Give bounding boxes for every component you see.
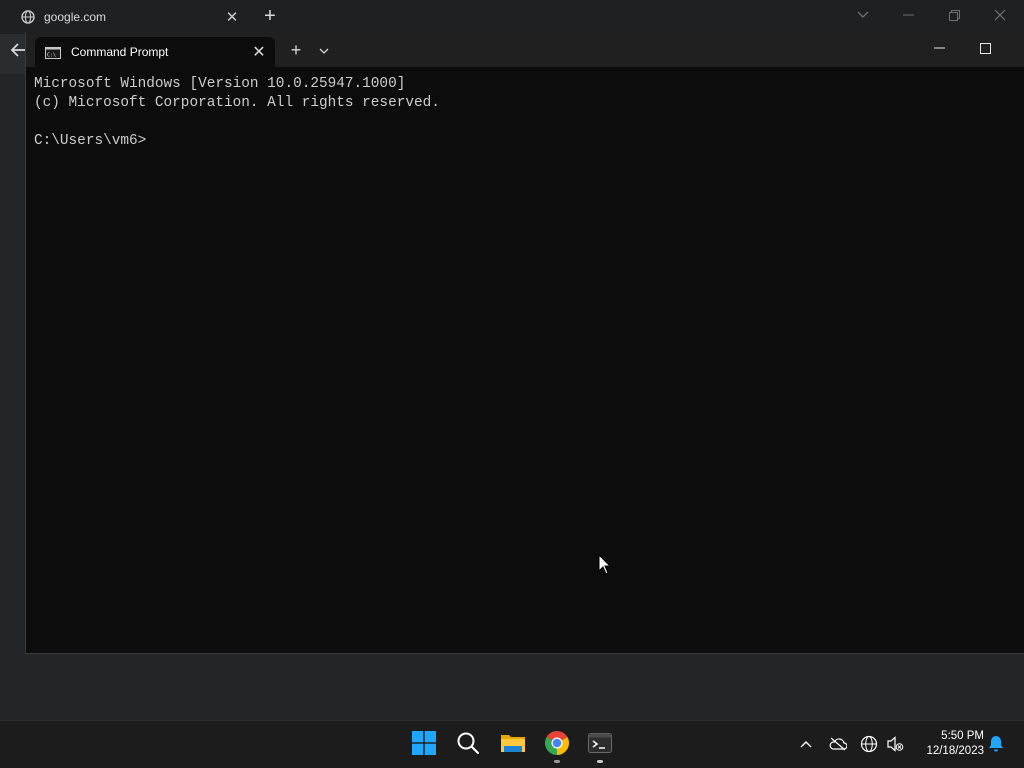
running-indicator xyxy=(597,760,603,763)
restore-icon[interactable] xyxy=(934,0,974,30)
minimize-icon[interactable] xyxy=(888,0,928,30)
start-icon xyxy=(412,730,436,760)
close-icon[interactable]: ✕ xyxy=(222,8,242,26)
start-button[interactable] xyxy=(406,727,442,763)
browser-new-tab-button[interactable]: + xyxy=(259,5,281,27)
browser-titlebar: google.com ✕ + xyxy=(0,0,1024,34)
minimize-icon[interactable] xyxy=(916,32,962,64)
mouse-pointer-icon xyxy=(598,553,612,576)
svg-text:C:\: C:\ xyxy=(47,53,56,59)
notification-bell-icon[interactable] xyxy=(985,733,1007,755)
search-button[interactable] xyxy=(450,727,486,763)
terminal-titlebar: C:\ Command Prompt ✕ + xyxy=(26,32,1024,67)
globe-icon xyxy=(21,10,35,24)
command-prompt-line: C:\Users\vm6> xyxy=(34,133,147,149)
terminal-button[interactable] xyxy=(582,727,618,763)
taskbar: 5:50 PM 12/18/2023 xyxy=(0,720,1024,768)
close-icon[interactable]: ✕ xyxy=(247,42,271,62)
chrome-icon xyxy=(545,730,569,760)
maximize-icon[interactable] xyxy=(962,32,1008,64)
volume-muted-icon[interactable] xyxy=(884,733,906,755)
output-line: (c) Microsoft Corporation. All rights re… xyxy=(34,95,440,111)
terminal-icon xyxy=(588,732,612,758)
terminal-output[interactable]: Microsoft Windows [Version 10.0.25947.10… xyxy=(34,75,440,151)
onedrive-offline-icon[interactable] xyxy=(827,733,849,755)
chrome-button[interactable] xyxy=(539,727,575,763)
terminal-tab-command-prompt[interactable]: C:\ Command Prompt ✕ xyxy=(35,37,275,67)
browser-tab-google[interactable]: google.com ✕ xyxy=(10,4,246,30)
clock-time: 5:50 PM xyxy=(941,730,984,742)
terminal-window[interactable]: C:\ Command Prompt ✕ + Microsoft Windows… xyxy=(25,32,1024,654)
network-globe-icon[interactable] xyxy=(858,733,880,755)
clock-date: 12/18/2023 xyxy=(926,745,984,757)
chevron-down-icon[interactable] xyxy=(843,0,883,30)
browser-tab-title: google.com xyxy=(44,10,107,24)
chevron-down-icon[interactable] xyxy=(313,40,335,62)
search-icon xyxy=(456,731,480,760)
command-prompt-icon: C:\ xyxy=(45,46,61,59)
system-clock[interactable]: 5:50 PM 12/18/2023 xyxy=(912,729,984,759)
running-indicator xyxy=(554,760,560,763)
terminal-tab-title: Command Prompt xyxy=(71,45,169,59)
terminal-new-tab-button[interactable]: + xyxy=(284,39,308,61)
file-explorer-button[interactable] xyxy=(495,727,531,763)
file-explorer-icon xyxy=(500,732,526,759)
chevron-up-icon[interactable] xyxy=(795,733,817,755)
output-line: Microsoft Windows [Version 10.0.25947.10… xyxy=(34,76,406,92)
close-window-icon[interactable] xyxy=(980,0,1020,30)
